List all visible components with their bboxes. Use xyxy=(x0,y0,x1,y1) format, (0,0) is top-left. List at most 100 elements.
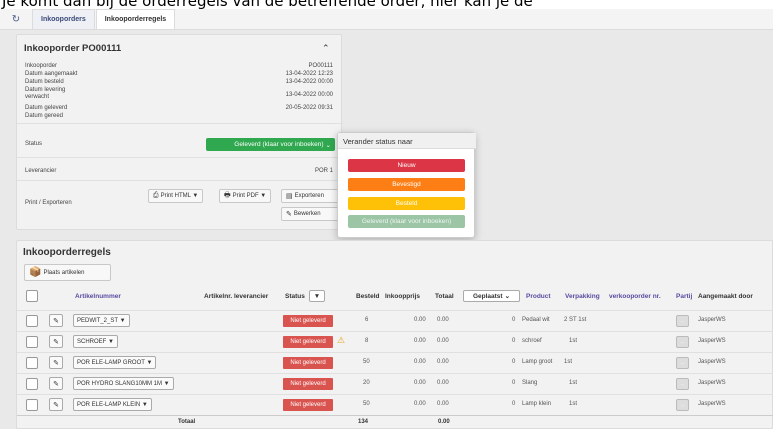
row-checkbox[interactable] xyxy=(26,336,38,348)
header-total[interactable]: Totaal xyxy=(435,293,454,300)
total-cell: 0.00 xyxy=(437,401,449,407)
product-cell: Pedaal wit xyxy=(522,317,550,323)
total-cell: 0.00 xyxy=(437,317,449,323)
article-select[interactable]: POR ELE-LAMP KLEIN ▼ xyxy=(73,398,152,411)
add-articles-button[interactable]: 📦 Plaats artikelen xyxy=(24,264,111,281)
field-value: PO00111 xyxy=(308,63,333,69)
row-checkbox[interactable] xyxy=(26,357,38,369)
tab-inkooporderregels[interactable]: Inkooporderregels xyxy=(95,9,176,29)
table-row: ✎ SCHROEF ▼ Niet geleverd ⚠ 8 0.00 0.00 … xyxy=(17,331,773,351)
select-all-checkbox[interactable] xyxy=(26,290,38,302)
batch-button[interactable]: .. xyxy=(676,336,689,348)
tab-bar: ↻ Inkooporders Inkooporderregels xyxy=(0,9,773,30)
price-cell: 0.00 xyxy=(414,380,426,386)
batch-button[interactable]: .. xyxy=(676,399,689,411)
status-option-bevestigd[interactable]: Bevestigd xyxy=(348,178,465,191)
article-select[interactable]: PEDWIT_2_ST ▼ xyxy=(73,314,130,327)
placed-cell: 0 xyxy=(512,401,516,407)
edit-button[interactable]: ✎ Bewerken xyxy=(281,207,343,221)
total-cell: 0.00 xyxy=(437,359,449,365)
row-checkbox[interactable] xyxy=(26,378,38,390)
article-select[interactable]: SCHROEF ▼ xyxy=(73,335,118,348)
status-option-geleverd[interactable]: Geleverd (klaar voor inboeken) xyxy=(348,215,465,228)
divider xyxy=(17,123,343,124)
supplier-value: POR 1 xyxy=(314,168,333,174)
popup-title: Verander status naar xyxy=(338,133,476,149)
total-cell: 0.00 xyxy=(437,338,449,344)
price-cell: 0.00 xyxy=(414,359,426,365)
edit-row-pencil-icon[interactable]: ✎ xyxy=(49,398,63,411)
warning-icon: ⚠ xyxy=(337,335,346,345)
field-label: Inkooporder xyxy=(25,63,58,69)
edit-row-pencil-icon[interactable]: ✎ xyxy=(49,377,63,390)
tab-inkooporders[interactable]: Inkooporders xyxy=(32,9,95,29)
printer-icon: ⎙ xyxy=(153,192,159,199)
order-lines-panel: Inkooporderregels 📦 Plaats artikelen Art… xyxy=(16,240,773,429)
packaging-cell: 1st xyxy=(569,401,578,407)
field-label: Datum levering verwacht xyxy=(25,87,66,100)
total-cell: 0.00 xyxy=(437,380,449,386)
header-price[interactable]: Inkoopprijs xyxy=(385,293,420,300)
article-select[interactable]: POR ELE-LAMP GROOT ▼ xyxy=(73,356,157,369)
edit-row-pencil-icon[interactable]: ✎ xyxy=(49,335,63,348)
chevron-up-icon[interactable]: ⌃ xyxy=(322,43,330,54)
header-supplier-article[interactable]: Artikelnr. leverancier xyxy=(204,293,268,300)
header-ordered[interactable]: Besteld xyxy=(356,293,379,300)
product-cell: Lamp klein xyxy=(522,401,552,407)
status-filter[interactable]: ▼ xyxy=(309,290,325,302)
print-html-button[interactable]: ⎙ Print HTML ▼ xyxy=(148,189,204,203)
chevron-down-icon: ⌄ xyxy=(504,293,511,300)
header-product[interactable]: Product xyxy=(526,293,551,300)
batch-button[interactable]: .. xyxy=(676,378,689,390)
header-article[interactable]: Artikelnummer xyxy=(75,293,121,300)
field-label: Datum gereed xyxy=(25,113,64,119)
table-row: ✎ PEDWIT_2_ST ▼ Niet geleverd 6 0.00 0.0… xyxy=(17,310,773,330)
export-button[interactable]: ▤ Exporteren xyxy=(281,189,343,203)
batch-button[interactable]: .. xyxy=(676,315,689,327)
product-cell: schroef xyxy=(522,338,542,344)
row-checkbox[interactable] xyxy=(26,399,38,411)
field-value: 13-04-2022 00:00 xyxy=(285,92,333,98)
header-placed: Geplaatst xyxy=(472,292,503,300)
header-created-by[interactable]: Aangemaakt door xyxy=(698,293,753,300)
header-status[interactable]: Status xyxy=(285,293,305,300)
price-cell: 0.00 xyxy=(414,338,426,344)
pdf-icon: 🖶 xyxy=(224,191,231,199)
packaging-cell: 2 ST 1st xyxy=(564,317,587,323)
field-label: Datum aangemaakt xyxy=(25,71,78,77)
order-panel: Inkooporder PO00111 ⌃ Inkooporder PO0011… xyxy=(16,34,343,230)
field-value: 13-04-2022 00:00 xyxy=(285,79,333,85)
status-select-value: Geleverd (klaar voor inboeken) xyxy=(234,141,324,148)
status-label: Status xyxy=(25,141,43,147)
row-checkbox[interactable] xyxy=(26,315,38,327)
status-select[interactable]: Geleverd (klaar voor inboeken) ⌄ xyxy=(206,138,335,151)
header-packaging[interactable]: Verpakking xyxy=(565,293,600,300)
divider xyxy=(17,180,343,181)
status-badge: Niet geleverd xyxy=(283,336,333,348)
field-value: 13-04-2022 12:23 xyxy=(285,71,333,77)
print-pdf-label: Print PDF ▼ xyxy=(232,193,267,199)
export-label: Exporteren xyxy=(294,193,324,199)
status-option-nieuw[interactable]: Nieuw xyxy=(348,159,465,172)
print-pdf-button[interactable]: 🖶 Print PDF ▼ xyxy=(219,189,272,203)
placed-cell: 0 xyxy=(512,359,516,365)
created-by-cell: JasperWS xyxy=(698,338,726,344)
batch-button[interactable]: .. xyxy=(676,357,689,369)
order-title: Inkooporder PO00111 xyxy=(24,43,122,54)
created-by-cell: JasperWS xyxy=(698,401,726,407)
edit-row-pencil-icon[interactable]: ✎ xyxy=(49,314,63,327)
add-articles-label: Plaats artikelen xyxy=(43,269,85,276)
created-by-cell: JasperWS xyxy=(698,317,726,323)
product-cell: Lamp groot xyxy=(522,359,553,365)
header-batch[interactable]: Partij xyxy=(676,293,692,300)
refresh-icon[interactable]: ↻ xyxy=(0,9,32,29)
edit-row-pencil-icon[interactable]: ✎ xyxy=(49,356,63,369)
ordered-cell: 20 xyxy=(363,380,370,386)
header-sales-order[interactable]: verkooporder nr. xyxy=(609,293,661,300)
article-select[interactable]: POR HYDRO SLANG10MM 1M ▼ xyxy=(73,377,174,390)
ordered-cell: 6 xyxy=(365,317,369,323)
placed-filter[interactable]: Geplaatst ⌄ xyxy=(463,290,520,302)
status-option-besteld[interactable]: Besteld xyxy=(348,197,465,210)
field-value: 20-05-2022 09:31 xyxy=(285,105,333,111)
total-ordered: 134 xyxy=(358,419,369,425)
